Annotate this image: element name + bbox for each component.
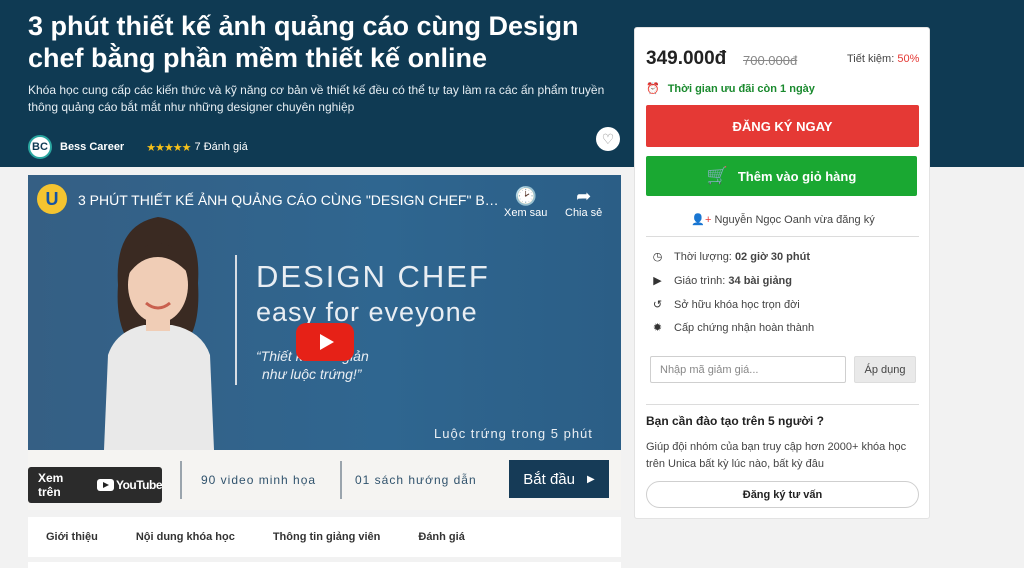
lessons-label: Giáo trình: bbox=[674, 274, 726, 287]
presenter-image bbox=[104, 217, 214, 450]
author-row: BC Bess Career ★★★★★ 7 Đánh giá bbox=[28, 135, 248, 159]
deal-timer: ⏰ Thời gian ưu đãi còn 1 ngày bbox=[646, 82, 815, 96]
save-label: Tiết kiệm: bbox=[847, 53, 895, 65]
chevron-right-icon: ▶ bbox=[587, 473, 595, 485]
watch-on-youtube-button[interactable]: Xem trên YouTube bbox=[28, 467, 163, 503]
tab-instructor[interactable]: Thông tin giảng viên bbox=[273, 531, 381, 543]
lifetime-text: Sở hữu khóa học trọn đời bbox=[674, 298, 800, 311]
author-logo[interactable]: BC bbox=[28, 135, 52, 159]
play-icon bbox=[319, 334, 334, 350]
books-text: 01 sách hướng dẫn bbox=[355, 473, 477, 487]
rating-stars-icon: ★★★★★ bbox=[146, 141, 191, 154]
lessons-row: ▶ Giáo trình: 34 bài giảng bbox=[651, 274, 792, 288]
divider bbox=[646, 236, 919, 237]
current-price: 349.000đ bbox=[646, 48, 727, 69]
start-button[interactable]: Bắt đầu ▶ bbox=[509, 460, 609, 498]
tab-content[interactable]: Nội dung khóa học bbox=[136, 531, 235, 543]
tab-intro[interactable]: Giới thiệu bbox=[46, 531, 98, 543]
register-now-button[interactable]: ĐĂNG KÝ NGAY bbox=[646, 105, 919, 147]
save-percent: 50% bbox=[897, 53, 920, 65]
old-price: 700.000đ bbox=[743, 53, 798, 68]
certificate-badge-icon: ✹ bbox=[652, 322, 663, 334]
author-name[interactable]: Bess Career bbox=[60, 141, 124, 153]
channel-avatar[interactable]: U bbox=[37, 184, 67, 214]
enrolled-text: Nguyễn Ngọc Oanh vừa đăng ký bbox=[714, 214, 875, 226]
lifetime-row: ↺ Sở hữu khóa học trọn đời bbox=[651, 298, 800, 312]
add-cart-label: Thêm vào giỏ hàng bbox=[737, 168, 857, 184]
user-plus-icon: 👤+ bbox=[691, 214, 712, 226]
history-icon: ↺ bbox=[652, 299, 663, 311]
coupon-input[interactable] bbox=[650, 356, 846, 383]
clock-icon: ◷ bbox=[652, 251, 663, 263]
play-button[interactable] bbox=[296, 323, 354, 361]
clock-icon: 🕑 bbox=[514, 186, 537, 206]
wishlist-heart-icon[interactable]: ♡ bbox=[596, 127, 620, 151]
team-training-desc: Giúp đội nhóm của bạn truy cập hơn 2000+… bbox=[646, 441, 907, 470]
content-panel bbox=[28, 562, 621, 568]
deal-text: Thời gian ưu đãi còn 1 ngày bbox=[667, 82, 815, 95]
lessons-value: 34 bài giảng bbox=[728, 274, 792, 287]
thumbnail-subheading: easy for eveyone bbox=[256, 297, 478, 327]
cart-plus-icon: 🛒 bbox=[706, 166, 728, 185]
consult-button[interactable]: Đăng ký tư vấn bbox=[646, 481, 919, 508]
thumbnail-caption: Luộc trứng trong 5 phút bbox=[434, 426, 593, 441]
team-training-title: Bạn cần đào tạo trên 5 người ? bbox=[646, 414, 824, 428]
rating-count[interactable]: 7 Đánh giá bbox=[195, 141, 248, 153]
course-tabs: Giới thiệu Nội dung khóa học Thông tin g… bbox=[28, 517, 621, 557]
discount-info: Tiết kiệm: 50% bbox=[847, 53, 919, 65]
play-circle-icon: ▶ bbox=[653, 275, 662, 287]
duration-label: Thời lượng: bbox=[674, 250, 732, 263]
apply-coupon-button[interactable]: Áp dụng bbox=[854, 356, 916, 383]
divider bbox=[646, 404, 919, 405]
course-title: 3 phút thiết kế ảnh quảng cáo cùng Desig… bbox=[28, 11, 579, 73]
recent-enrollment: 👤+ Nguyễn Ngọc Oanh vừa đăng ký bbox=[635, 213, 931, 226]
purchase-sidebar: 349.000đ 700.000đ Tiết kiệm: 50% ⏰ Thời … bbox=[634, 27, 930, 519]
course-description: Khóa học cung cấp các kiến thức và kỹ nă… bbox=[28, 83, 605, 114]
tab-reviews[interactable]: Đánh giá bbox=[418, 531, 464, 543]
divider-line bbox=[235, 255, 237, 385]
add-to-cart-button[interactable]: 🛒 Thêm vào giỏ hàng bbox=[646, 156, 917, 196]
youtube-logo-icon: YouTube bbox=[96, 478, 163, 492]
share-button[interactable]: ➦ Chia sẻ bbox=[565, 185, 602, 219]
quote-line-2: như luộc trứng!” bbox=[262, 366, 362, 382]
certificate-text: Cấp chứng nhận hoàn thành bbox=[674, 321, 815, 334]
banner-separator bbox=[340, 461, 342, 499]
alarm-clock-icon: ⏰ bbox=[646, 83, 660, 95]
watch-on-label: Xem trên bbox=[38, 471, 64, 499]
video-player[interactable]: U 3 PHÚT THIẾT KẾ ẢNH QUẢNG CÁO CÙNG "DE… bbox=[28, 175, 621, 510]
duration-value: 02 giờ 30 phút bbox=[734, 250, 810, 263]
videos-count-text: 90 video minh họa bbox=[201, 473, 317, 487]
watch-later-label: Xem sau bbox=[504, 207, 548, 219]
thumbnail-heading: DESIGN CHEF bbox=[256, 259, 490, 294]
start-label: Bắt đầu bbox=[523, 470, 575, 488]
certificate-row: ✹ Cấp chứng nhận hoàn thành bbox=[651, 321, 815, 335]
share-label: Chia sẻ bbox=[565, 207, 603, 219]
watch-later-button[interactable]: 🕑 Xem sau bbox=[504, 185, 547, 219]
share-icon: ➦ bbox=[576, 186, 592, 206]
banner-separator bbox=[180, 461, 182, 499]
duration-row: ◷ Thời lượng: 02 giờ 30 phút bbox=[651, 250, 810, 264]
